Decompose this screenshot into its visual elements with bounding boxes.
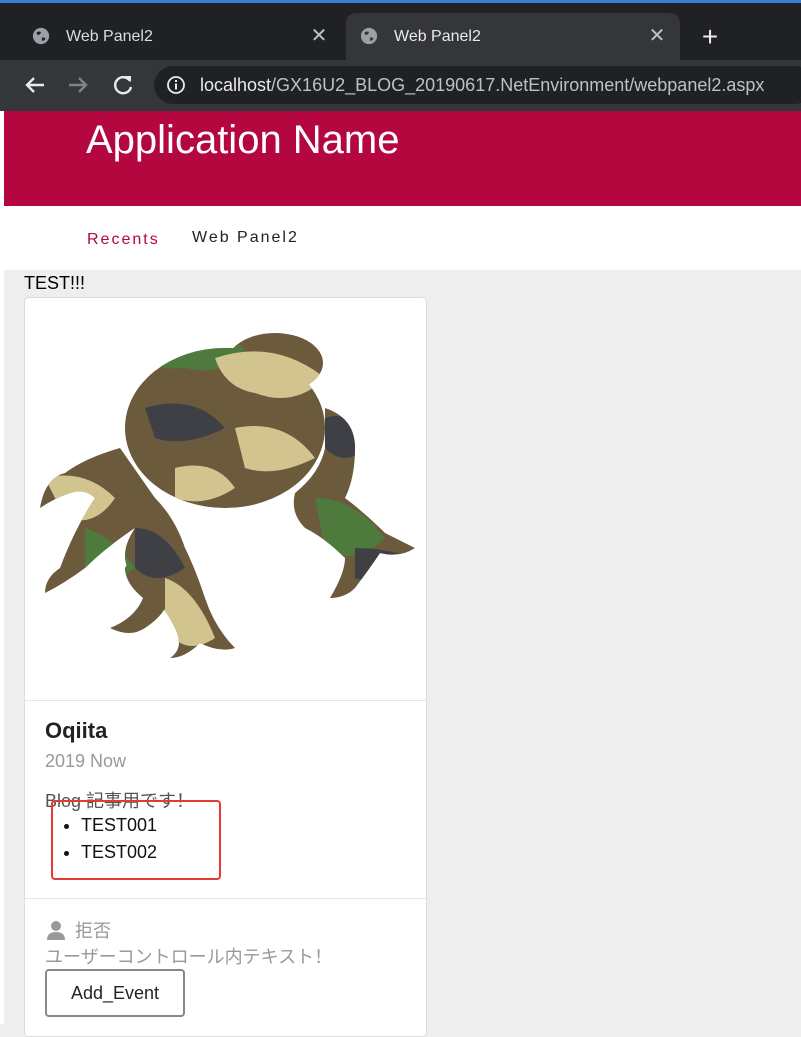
user-label: 拒否 [75, 921, 111, 941]
nav-link-recents[interactable]: Recents [87, 231, 160, 249]
card-divider-bottom [25, 898, 426, 899]
globe-icon [360, 27, 378, 45]
url-path: /GX16U2_BLOG_20190617.NetEnvironment/web… [271, 75, 765, 95]
add-event-button[interactable]: Add_Event [45, 969, 185, 1017]
card-divider-top [25, 700, 426, 701]
card: Oqiita 2019 Now Blog 記事用です！ TEST001 TEST… [24, 297, 427, 1037]
forward-arrow-icon[interactable] [63, 70, 93, 100]
tab-title: Web Panel2 [394, 27, 481, 45]
tab-title: Web Panel2 [66, 27, 153, 45]
test-text: TEST!!! [24, 273, 86, 293]
reload-icon[interactable] [108, 70, 138, 100]
red-highlight-box [51, 800, 221, 880]
application-name: Application Name [86, 118, 400, 162]
nav-link-web-panel2[interactable]: Web Panel2 [192, 229, 299, 247]
new-tab-plus-icon[interactable]: + [694, 22, 726, 54]
user-control-text: ユーザーコントロール内テキスト！ [45, 947, 333, 967]
tab-web-panel2-inactive[interactable]: Web Panel2 ✕ [18, 13, 342, 60]
user-icon [47, 921, 65, 940]
back-arrow-icon[interactable] [20, 70, 50, 100]
card-subtitle: 2019 Now [45, 751, 127, 771]
browser-toolbar: localhost/GX16U2_BLOG_20190617.NetEnviro… [0, 60, 801, 111]
user-line: 拒否 [45, 917, 111, 943]
globe-icon [32, 27, 50, 45]
tab-strip: Web Panel2 ✕ Web Panel2 ✕ + [0, 3, 801, 60]
url-text: localhost/GX16U2_BLOG_20190617.NetEnviro… [200, 75, 764, 96]
camouflage-frog-image [40, 333, 415, 658]
card-title: Oqiita [45, 718, 108, 743]
url-host: localhost [200, 75, 272, 95]
tab-web-panel2-active[interactable]: Web Panel2 ✕ [346, 13, 680, 60]
info-icon[interactable] [166, 75, 186, 95]
close-tab-icon[interactable]: ✕ [308, 25, 330, 47]
close-tab-icon[interactable]: ✕ [646, 25, 668, 47]
address-bar[interactable]: localhost/GX16U2_BLOG_20190617.NetEnviro… [154, 66, 801, 104]
